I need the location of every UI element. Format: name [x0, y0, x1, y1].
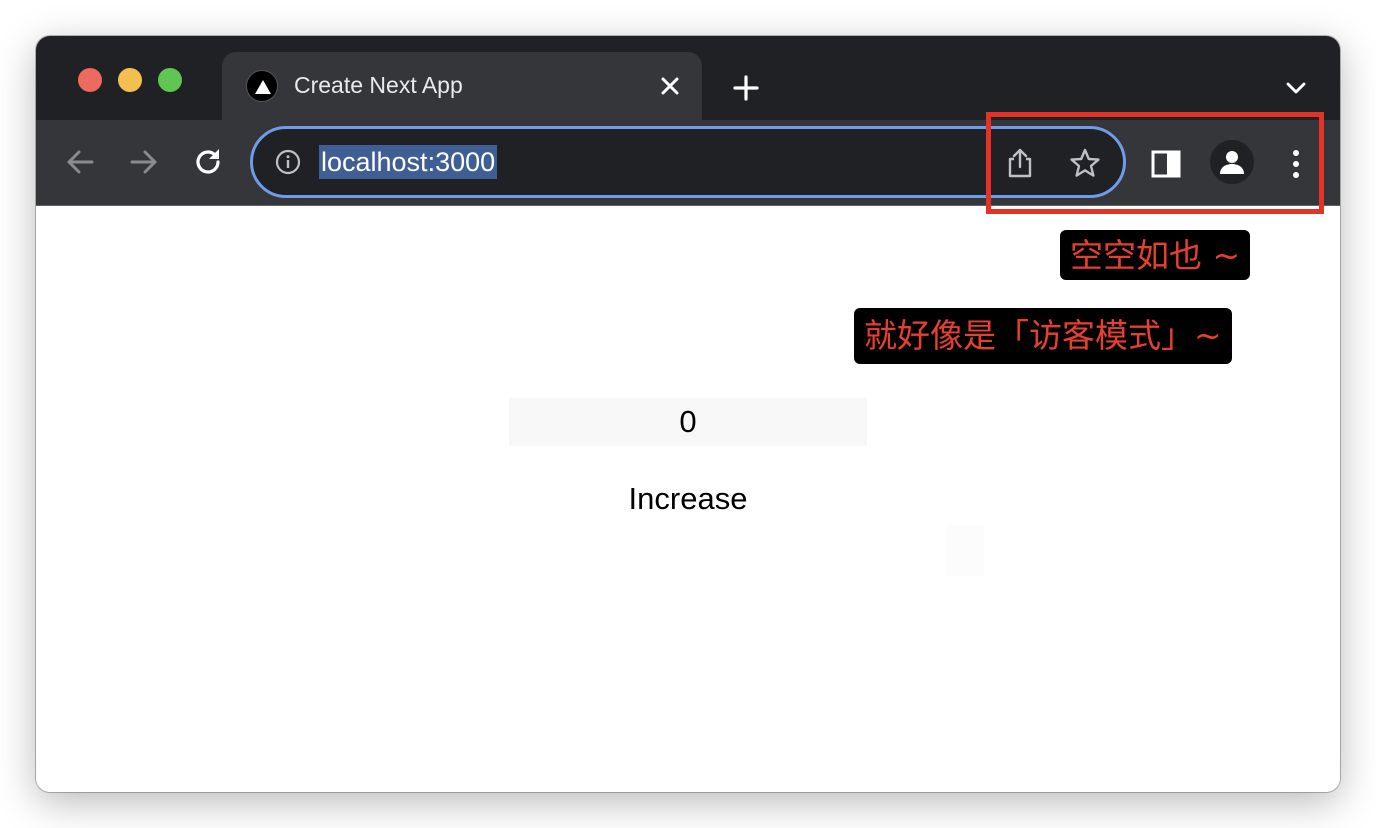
nextjs-triangle-icon	[246, 70, 278, 102]
faint-placeholder	[946, 526, 984, 576]
page-content: 0 Increase	[36, 206, 1340, 792]
info-icon[interactable]	[275, 149, 301, 175]
zoom-window-button[interactable]	[158, 68, 182, 92]
tab-strip: Create Next App	[36, 36, 1340, 120]
url-text[interactable]: localhost:3000	[319, 145, 498, 179]
annotation-note-guest-mode: 就好像是「访客模式」~	[854, 308, 1232, 364]
reload-icon[interactable]	[190, 144, 226, 180]
tab-create-next-app[interactable]: Create Next App	[222, 52, 702, 120]
arrow-right-icon[interactable]	[126, 144, 162, 180]
tab-title: Create Next App	[294, 72, 463, 98]
counter-value: 0	[509, 398, 867, 446]
plus-icon[interactable]	[730, 72, 762, 104]
annotation-note-empty: 空空如也 ~	[1060, 230, 1251, 280]
close-window-button[interactable]	[78, 68, 102, 92]
minimize-window-button[interactable]	[118, 68, 142, 92]
increase-button[interactable]: Increase	[509, 476, 867, 522]
chevron-down-icon[interactable]	[1282, 74, 1310, 102]
arrow-left-icon[interactable]	[62, 144, 98, 180]
annotation-highlight-box	[986, 112, 1324, 214]
close-icon[interactable]	[656, 72, 684, 100]
